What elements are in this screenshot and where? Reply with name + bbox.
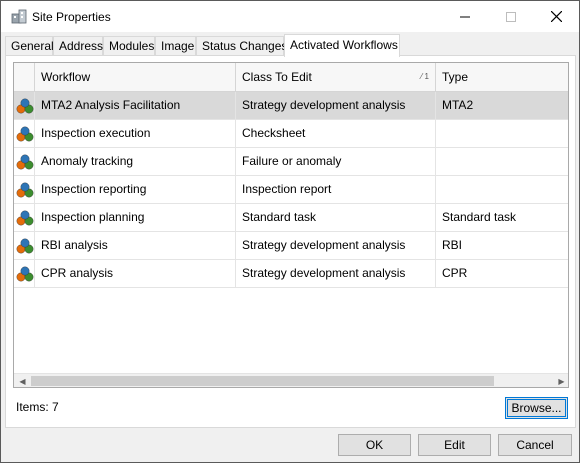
grid-header: Workflow Class To Edit ⁄ 1 Type xyxy=(14,63,568,92)
table-row[interactable]: RBI analysis Strategy development analysi… xyxy=(14,232,568,260)
site-properties-dialog: Site Properties General Address Modules … xyxy=(0,0,580,463)
workflow-icon xyxy=(16,238,34,254)
tab-status-changes[interactable]: Status Changes xyxy=(196,36,287,56)
workflow-icon xyxy=(16,182,34,198)
row-header[interactable] xyxy=(14,232,35,259)
row-header[interactable] xyxy=(14,92,35,119)
activated-workflows-panel: Workflow Class To Edit ⁄ 1 Type MTA2 Ana… xyxy=(5,55,576,428)
close-icon xyxy=(550,11,562,22)
cell-type[interactable] xyxy=(436,120,568,147)
title-bar: Site Properties xyxy=(1,1,579,32)
cell-type[interactable]: Standard task xyxy=(436,204,568,231)
window-title: Site Properties xyxy=(32,10,111,24)
workflows-grid: Workflow Class To Edit ⁄ 1 Type MTA2 Ana… xyxy=(13,62,569,388)
row-header-corner xyxy=(14,63,35,91)
tab-address[interactable]: Address xyxy=(53,36,103,56)
minimize-button[interactable] xyxy=(442,1,488,32)
items-count: Items: 7 xyxy=(16,400,59,414)
row-header[interactable] xyxy=(14,120,35,147)
row-header[interactable] xyxy=(14,260,35,287)
ok-button[interactable]: OK xyxy=(338,434,411,456)
cell-class-to-edit[interactable]: Inspection report xyxy=(236,176,436,203)
maximize-icon xyxy=(506,11,516,22)
cell-workflow[interactable]: Inspection execution xyxy=(35,120,236,147)
column-header-workflow[interactable]: Workflow xyxy=(35,63,236,91)
column-header-type[interactable]: Type xyxy=(436,63,568,91)
tab-modules[interactable]: Modules xyxy=(103,36,155,56)
edit-button[interactable]: Edit xyxy=(418,434,491,456)
scrollbar-thumb[interactable] xyxy=(31,376,494,386)
table-row[interactable]: MTA2 Analysis Facilitation Strategy devel… xyxy=(14,92,568,120)
workflow-icon xyxy=(16,266,34,282)
cell-workflow[interactable]: Inspection reporting xyxy=(35,176,236,203)
sort-ascending-icon: ⁄ 1 xyxy=(420,72,429,81)
cell-class-to-edit[interactable]: Checksheet xyxy=(236,120,436,147)
column-header-class-to-edit[interactable]: Class To Edit ⁄ 1 xyxy=(236,63,436,91)
workflow-icon xyxy=(16,154,34,170)
table-row[interactable]: Inspection reporting Inspection report xyxy=(14,176,568,204)
row-header[interactable] xyxy=(14,176,35,203)
cell-type[interactable]: RBI xyxy=(436,232,568,259)
close-button[interactable] xyxy=(533,1,579,32)
table-row[interactable]: Inspection planning Standard task Standard… xyxy=(14,204,568,232)
cell-workflow[interactable]: Inspection planning xyxy=(35,204,236,231)
site-building-icon xyxy=(11,9,27,24)
cell-type[interactable]: MTA2 xyxy=(436,92,568,119)
table-row[interactable]: CPR analysis Strategy development analysi… xyxy=(14,260,568,288)
scroll-right-arrow-icon[interactable]: ▶ xyxy=(554,375,568,387)
minimize-icon xyxy=(460,16,470,17)
cancel-button[interactable]: Cancel xyxy=(498,434,572,456)
table-row[interactable]: Inspection execution Checksheet xyxy=(14,120,568,148)
sort-order-label: 1 xyxy=(424,72,429,81)
cell-class-to-edit[interactable]: Failure or anomaly xyxy=(236,148,436,175)
cell-type[interactable] xyxy=(436,148,568,175)
tab-image[interactable]: Image xyxy=(155,36,196,56)
cell-class-to-edit[interactable]: Strategy development analysis xyxy=(236,232,436,259)
cell-workflow[interactable]: Anomaly tracking xyxy=(35,148,236,175)
maximize-button[interactable] xyxy=(488,1,534,32)
tab-activated-workflows[interactable]: Activated Workflows xyxy=(284,34,400,57)
cell-class-to-edit[interactable]: Strategy development analysis xyxy=(236,260,436,287)
workflow-icon xyxy=(16,98,34,114)
workflow-icon xyxy=(16,210,34,226)
row-header[interactable] xyxy=(14,148,35,175)
horizontal-scrollbar[interactable]: ◀ ▶ xyxy=(14,373,568,387)
cell-type[interactable] xyxy=(436,176,568,203)
row-header[interactable] xyxy=(14,204,35,231)
scroll-left-arrow-icon[interactable]: ◀ xyxy=(15,375,30,387)
tab-general[interactable]: General xyxy=(5,36,54,56)
cell-workflow[interactable]: MTA2 Analysis Facilitation xyxy=(35,92,236,119)
workflow-icon xyxy=(16,126,34,142)
cell-class-to-edit[interactable]: Strategy development analysis xyxy=(236,92,436,119)
cell-class-to-edit[interactable]: Standard task xyxy=(236,204,436,231)
cell-workflow[interactable]: CPR analysis xyxy=(35,260,236,287)
browse-button[interactable]: Browse... xyxy=(505,397,568,419)
cell-type[interactable]: CPR xyxy=(436,260,568,287)
table-row[interactable]: Anomaly tracking Failure or anomaly xyxy=(14,148,568,176)
cell-workflow[interactable]: RBI analysis xyxy=(35,232,236,259)
column-header-class-to-edit-label: Class To Edit xyxy=(242,70,312,84)
